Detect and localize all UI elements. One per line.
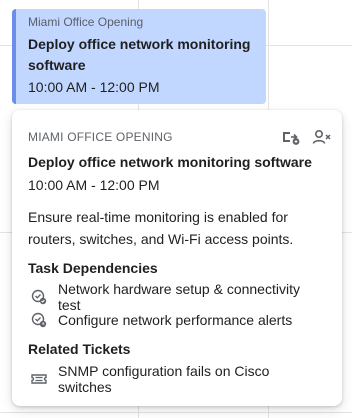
dependencies-list: Network hardware setup & connectivity te… <box>28 281 326 331</box>
popover-actions <box>280 126 332 148</box>
ticket-icon <box>30 370 48 388</box>
calendar-move-icon[interactable] <box>280 126 302 148</box>
event-group-label: Miami Office Opening <box>28 15 144 29</box>
event-time: 10:00 AM - 12:00 PM <box>28 79 160 95</box>
person-remove-icon[interactable] <box>310 126 332 148</box>
dependency-label: Configure network performance alerts <box>58 311 293 328</box>
task-pending-icon <box>30 311 48 329</box>
popover-description: Ensure real-time monitoring is enabled f… <box>28 209 294 247</box>
ticket-label: SNMP configuration fails on Cisco switch… <box>58 362 270 395</box>
ticket-item[interactable]: SNMP configuration fails on Cisco switch… <box>28 363 326 395</box>
event-title-line: software <box>28 57 86 73</box>
tickets-list: SNMP configuration fails on Cisco switch… <box>28 363 326 395</box>
tickets-heading: Related Tickets <box>28 341 131 357</box>
event-details-popover: MIAMI OFFICE OPENING Deploy office netwo… <box>12 110 342 406</box>
dependency-item[interactable]: Network hardware setup & connectivity te… <box>28 281 326 313</box>
calendar-event[interactable]: Miami Office Opening Deploy office netwo… <box>12 9 266 104</box>
task-done-icon <box>30 288 48 306</box>
popover-title: Deploy office network monitoring softwar… <box>28 154 312 170</box>
grid-line <box>0 412 352 413</box>
dependency-item[interactable]: Configure network performance alerts <box>28 308 326 331</box>
popover-time: 10:00 AM - 12:00 PM <box>28 177 160 193</box>
event-title: Deploy office network monitoring softwar… <box>28 34 256 76</box>
dependency-label: Network hardware setup & connectivity te… <box>57 280 300 313</box>
dependencies-heading: Task Dependencies <box>28 260 158 276</box>
event-title-line: Deploy office network monitoring <box>28 36 251 52</box>
popover-header: MIAMI OFFICE OPENING <box>28 128 331 150</box>
